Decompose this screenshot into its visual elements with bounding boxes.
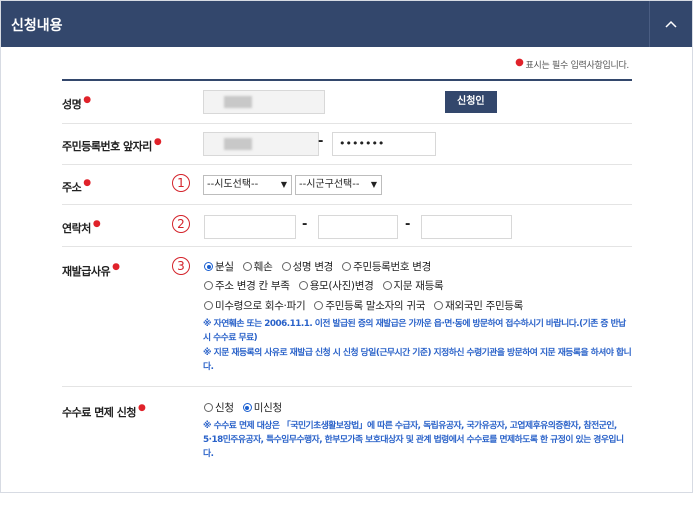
- panel-header: 신청내용: [1, 1, 692, 47]
- rrn-back-field[interactable]: •••••••: [332, 132, 436, 156]
- dropdown-arrow-icon: ▼: [280, 180, 287, 189]
- reason-option-name-change[interactable]: 성명 변경: [281, 261, 333, 273]
- rrn-front-field[interactable]: [203, 132, 319, 156]
- step-number-2: 2: [172, 215, 190, 233]
- phone-part3-field[interactable]: [421, 215, 512, 239]
- rrn-dash: -: [318, 134, 324, 149]
- reason-option-overseas[interactable]: 재외국민 주민등록: [434, 300, 523, 312]
- phone-part1-field[interactable]: [204, 215, 296, 239]
- radio-icon: [204, 301, 213, 310]
- reason-options-line-3: 미수령으로 회수·파기 주민등록 말소자의 귀국 재외국민 주민등록: [204, 298, 529, 313]
- radio-icon: [204, 281, 213, 290]
- phone-dash-1: -: [302, 217, 308, 232]
- radio-icon: [342, 262, 352, 271]
- chevron-up-icon: [665, 20, 677, 28]
- reason-option-damaged[interactable]: 훼손: [242, 261, 273, 273]
- name-field[interactable]: [203, 90, 325, 114]
- rrn-label: 주민등록번호 앞자리 ●: [62, 137, 162, 153]
- rrn-row: 주민등록번호 앞자리 ● - •••••••: [62, 124, 632, 165]
- radio-checked-icon: [204, 262, 213, 271]
- fee-option-apply[interactable]: 신청: [204, 402, 234, 414]
- fee-note: ※ 수수료 면제 대상은 「국민기초생활보장법」에 따른 수급자, 독립유공자,…: [203, 421, 624, 459]
- fee-label: 수수료 면제 신청 ●: [62, 403, 146, 419]
- radio-checked-icon: [242, 403, 252, 412]
- dropdown-arrow-icon: ▼: [370, 180, 377, 189]
- contact-label: 연락처 ●: [62, 219, 101, 235]
- reason-row: 재발급사유 ● 3 분실 훼손 성명 변경 주민등록번호 변경 주소 변경 칸 부…: [62, 247, 632, 387]
- panel-title: 신청내용: [11, 18, 63, 34]
- phone-dash-2: -: [405, 217, 411, 232]
- reason-options-line-2: 주소 변경 칸 부족 용모(사진)변경 지문 재등록: [204, 278, 449, 293]
- fee-row: 수수료 면제 신청 ● 신청 미신청 ※ 수수료 면제 대상은 「국민기초생활보장…: [62, 387, 632, 471]
- required-marker-icon: ●: [515, 57, 524, 68]
- name-row: 성명 ● 신청인: [62, 81, 632, 124]
- step-number-3: 3: [172, 257, 190, 275]
- reason-label: 재발급사유 ●: [62, 262, 120, 278]
- reason-option-lost[interactable]: 분실: [204, 261, 234, 273]
- contact-row: 연락처 ● 2 - -: [62, 205, 632, 247]
- reason-option-rrn-change[interactable]: 주민등록번호 변경: [342, 261, 431, 273]
- applicant-button[interactable]: 신청인: [445, 91, 497, 113]
- reason-note-1: ※ 자연훼손 또는 2006.11.1. 이전 발급된 증의 재발급은 가까운 …: [203, 319, 626, 343]
- step-number-1: 1: [172, 174, 190, 192]
- radio-icon: [242, 262, 252, 271]
- radio-icon: [281, 262, 291, 271]
- sido-select[interactable]: --시도선택-- ▼: [203, 175, 292, 195]
- radio-icon: [434, 301, 444, 310]
- sigungu-select[interactable]: --시군구선택-- ▼: [295, 175, 382, 195]
- reason-option-fingerprint[interactable]: 지문 재등록: [382, 280, 444, 292]
- reason-option-address-space[interactable]: 주소 변경 칸 부족: [204, 280, 290, 292]
- name-label: 성명 ●: [62, 95, 91, 111]
- address-label: 주소 ●: [62, 178, 91, 194]
- phone-part2-field[interactable]: [318, 215, 398, 239]
- fee-option-not-apply[interactable]: 미신청: [242, 402, 282, 414]
- collapse-button[interactable]: [649, 1, 692, 47]
- required-note: ● 표시는 필수 입력사항입니다.: [515, 57, 629, 71]
- redacted-text: [224, 138, 252, 150]
- application-panel: 신청내용 ● 표시는 필수 입력사항입니다. 성명 ● 신청인 주민등록번호 앞자리…: [0, 0, 693, 493]
- radio-icon: [382, 281, 392, 290]
- reason-note-2: ※ 지문 재등록의 사유로 재발급 신청 시 신청 당일(근무시간 기준) 지정…: [203, 348, 632, 372]
- radio-icon: [314, 301, 324, 310]
- reason-option-photo-change[interactable]: 용모(사진)변경: [298, 280, 374, 292]
- reason-options-line-1: 분실 훼손 성명 변경 주민등록번호 변경: [204, 259, 437, 274]
- reason-option-uncollected[interactable]: 미수령으로 회수·파기: [204, 300, 306, 312]
- reason-option-return[interactable]: 주민등록 말소자의 귀국: [314, 300, 425, 312]
- fee-options: 신청 미신청: [204, 400, 288, 415]
- address-row: 주소 ● 1 --시도선택-- ▼ --시군구선택-- ▼: [62, 165, 632, 205]
- redacted-text: [224, 96, 252, 108]
- radio-icon: [204, 403, 213, 412]
- application-form: 성명 ● 신청인 주민등록번호 앞자리 ● - ••••••• 주소 ● 1 --시도…: [62, 79, 632, 471]
- radio-icon: [298, 281, 308, 290]
